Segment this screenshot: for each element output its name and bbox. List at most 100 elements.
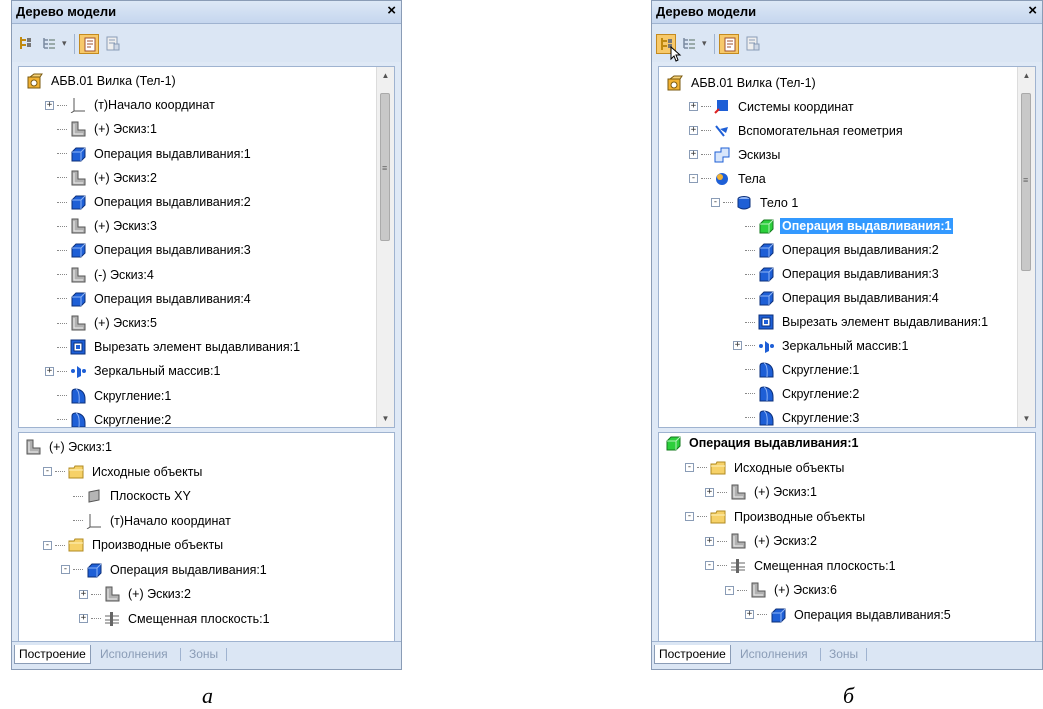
- tree-item[interactable]: + Вспомогательная геометрия: [689, 121, 905, 141]
- tree-item[interactable]: + (+) Эскиз:1: [705, 482, 819, 502]
- tab-versions[interactable]: Исполнения: [736, 645, 812, 663]
- tree-item[interactable]: АБВ.01 Вилка (Тел-1): [667, 73, 818, 93]
- tree-item[interactable]: - Смещенная плоскость:1: [705, 556, 898, 576]
- expand-icon[interactable]: +: [45, 100, 54, 110]
- model-tree-list[interactable]: ▲ ≡ ▼ АБВ.01 Вилка (Тел-1) + Системы коорд…: [658, 66, 1036, 428]
- show-tree-button[interactable]: [719, 34, 739, 54]
- expand-icon[interactable]: +: [79, 614, 88, 623]
- tree-item-label: (+) Эскиз:2: [94, 170, 157, 185]
- tree-item[interactable]: Операция выдавливания:2: [45, 192, 253, 212]
- tree-item[interactable]: Операция выдавливания:2: [733, 240, 941, 260]
- scroll-down-icon[interactable]: ▼: [377, 410, 394, 427]
- build-order-button[interactable]: [16, 34, 36, 54]
- collapse-icon[interactable]: -: [43, 540, 52, 550]
- tree-item[interactable]: Скругление:1: [733, 360, 861, 380]
- collapse-icon[interactable]: -: [711, 198, 720, 207]
- scroll-down-icon[interactable]: ▼: [1018, 410, 1035, 427]
- tree-item[interactable]: + (т)Начало координат: [45, 95, 217, 115]
- expand-icon[interactable]: +: [689, 102, 698, 112]
- relations-tree-list[interactable]: (+) Эскиз:1 - Исходные объекты Плоскость XY…: [18, 432, 395, 642]
- structure-dropdown-button[interactable]: [680, 34, 700, 54]
- tree-item[interactable]: - Исходные объекты: [685, 458, 846, 478]
- expand-icon[interactable]: +: [705, 487, 714, 497]
- tree-scrollbar[interactable]: ▲ ≡ ▼: [376, 67, 394, 427]
- collapse-icon[interactable]: -: [61, 565, 70, 574]
- tree-item[interactable]: АБВ.01 Вилка (Тел-1): [27, 71, 178, 91]
- tree-item[interactable]: (+) Эскиз:2: [45, 168, 159, 188]
- collapse-icon[interactable]: -: [685, 512, 694, 521]
- expand-icon[interactable]: +: [745, 610, 754, 619]
- tree-item[interactable]: Вырезать элемент выдавливания:1: [733, 312, 990, 332]
- tree-item-label: Операция выдавливания:5: [794, 607, 951, 622]
- tree-item[interactable]: Скругление:1: [45, 386, 173, 406]
- tree-item[interactable]: + Смещенная плоскость:1: [79, 609, 272, 629]
- tree-item[interactable]: - Тело 1: [711, 193, 800, 213]
- tab-zones[interactable]: Зоны: [825, 645, 862, 663]
- tree-item[interactable]: - Исходные объекты: [43, 462, 204, 482]
- tree-item[interactable]: Плоскость XY: [61, 486, 193, 506]
- scroll-up-icon[interactable]: ▲: [377, 67, 394, 84]
- close-button[interactable]: ×: [387, 2, 396, 19]
- tree-item[interactable]: (+) Эскиз:1: [25, 437, 114, 457]
- collapse-icon[interactable]: -: [725, 585, 734, 595]
- tab-construction[interactable]: Построение: [14, 645, 91, 664]
- tree-item[interactable]: + (+) Эскиз:2: [79, 584, 193, 604]
- chevron-down-icon[interactable]: ▾: [62, 38, 67, 49]
- properties-button[interactable]: [103, 34, 123, 54]
- tree-item[interactable]: (+) Эскиз:5: [45, 313, 159, 333]
- chevron-down-icon[interactable]: ▾: [702, 38, 707, 49]
- model-tree-list[interactable]: ▲ ≡ ▼ АБВ.01 Вилка (Тел-1) + (т)Начало коо…: [18, 66, 395, 428]
- tree-item[interactable]: + Эскизы: [689, 145, 782, 165]
- expand-icon[interactable]: +: [45, 366, 54, 376]
- relations-tree-list[interactable]: Операция выдавливания:1 - Исходные объекты…: [658, 432, 1036, 642]
- tree-scrollbar[interactable]: ▲ ≡ ▼: [1017, 67, 1035, 427]
- tree-item[interactable]: Операция выдавливания:1: [665, 433, 860, 453]
- tree-item-label: Системы координат: [738, 99, 854, 114]
- tree-item[interactable]: Операция выдавливания:1: [733, 216, 954, 236]
- expand-icon[interactable]: +: [705, 536, 714, 546]
- tree-item[interactable]: Скругление:2: [45, 410, 173, 427]
- tree-item[interactable]: Скругление:2: [733, 384, 861, 404]
- tree-item[interactable]: (+) Эскиз:3: [45, 216, 159, 236]
- collapse-icon[interactable]: -: [689, 174, 698, 184]
- tree-item[interactable]: (т)Начало координат: [61, 511, 233, 531]
- tree-item[interactable]: Операция выдавливания:4: [45, 289, 253, 309]
- tree-item[interactable]: + (+) Эскиз:2: [705, 531, 819, 551]
- expand-icon[interactable]: +: [79, 589, 88, 599]
- collapse-icon[interactable]: -: [43, 467, 52, 476]
- tree-item-label: Вырезать элемент выдавливания:1: [782, 315, 989, 329]
- tree-item[interactable]: + Зеркальный массив:1: [733, 336, 910, 356]
- tab-construction[interactable]: Построение: [654, 645, 731, 664]
- tree-item[interactable]: Операция выдавливания:3: [45, 240, 253, 260]
- collapse-icon[interactable]: -: [685, 463, 694, 472]
- show-tree-button[interactable]: [79, 34, 99, 54]
- expand-icon[interactable]: +: [733, 341, 742, 351]
- collapse-icon[interactable]: -: [705, 561, 714, 570]
- tab-versions[interactable]: Исполнения: [96, 645, 172, 663]
- tree-item[interactable]: Операция выдавливания:4: [733, 288, 941, 308]
- close-button[interactable]: ×: [1028, 2, 1037, 19]
- tree-item[interactable]: - Производные объекты: [43, 535, 225, 555]
- tree-item[interactable]: - Производные объекты: [685, 507, 867, 527]
- tree-item[interactable]: + Операция выдавливания:5: [745, 605, 953, 625]
- properties-button[interactable]: [743, 34, 763, 54]
- expand-icon[interactable]: +: [689, 150, 698, 160]
- tree-item[interactable]: (-) Эскиз:4: [45, 265, 156, 285]
- tree-item-label: Скругление:2: [782, 386, 860, 401]
- offset-plane-icon: [105, 611, 119, 626]
- tree-item[interactable]: + Системы координат: [689, 97, 856, 117]
- plane-icon: [88, 489, 100, 503]
- tree-item[interactable]: - (+) Эскиз:6: [725, 580, 839, 600]
- scroll-up-icon[interactable]: ▲: [1018, 67, 1035, 84]
- tree-item[interactable]: - Тела: [689, 169, 768, 189]
- expand-icon[interactable]: +: [689, 126, 698, 136]
- tree-item[interactable]: + Зеркальный массив:1: [45, 361, 222, 381]
- tab-zones[interactable]: Зоны: [185, 645, 222, 663]
- tree-item[interactable]: Вырезать элемент выдавливания:1: [45, 337, 302, 357]
- tree-item[interactable]: (+) Эскиз:1: [45, 119, 159, 139]
- structure-dropdown-button[interactable]: [40, 34, 60, 54]
- tree-item[interactable]: Операция выдавливания:1: [45, 144, 253, 164]
- tree-item[interactable]: Скругление:3: [733, 408, 861, 427]
- tree-item[interactable]: Операция выдавливания:3: [733, 264, 941, 284]
- tree-item[interactable]: - Операция выдавливания:1: [61, 560, 269, 580]
